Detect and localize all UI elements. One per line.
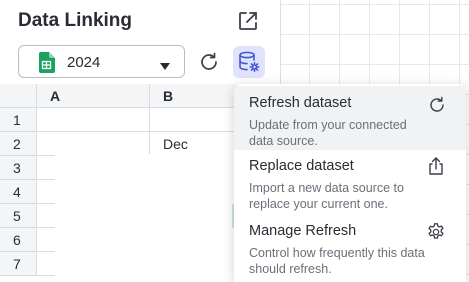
menu-item-title: Replace dataset — [249, 158, 354, 174]
database-settings-icon — [239, 51, 260, 72]
caret-down-icon — [160, 58, 170, 70]
row-header: 3 — [0, 156, 37, 180]
row-header: 2 — [0, 132, 37, 156]
dataset-select[interactable]: 2024 — [18, 45, 185, 78]
cell-a2[interactable] — [37, 132, 150, 156]
popout-icon[interactable] — [236, 9, 260, 33]
row-header: 5 — [0, 204, 37, 228]
corner-header — [0, 84, 37, 108]
column-header-a: A — [37, 84, 150, 108]
menu-item-description: Control how frequently this data should … — [249, 246, 425, 276]
dataset-select-value: 2024 — [67, 54, 101, 71]
refresh-icon — [427, 95, 447, 115]
spreadsheet-icon — [38, 52, 55, 73]
menu-item-manage-refresh[interactable]: Manage Refresh Control how frequently th… — [234, 214, 466, 278]
menu-item-title: Refresh dataset — [249, 95, 352, 111]
data-source-button[interactable] — [233, 46, 265, 78]
menu-item-replace-dataset[interactable]: Replace dataset Import a new data source… — [234, 150, 466, 214]
dataset-options-menu: Refresh dataset Update from your connect… — [234, 84, 466, 282]
upload-icon — [426, 156, 446, 176]
menu-item-description: Update from your connected data source. — [249, 118, 407, 148]
panel-title: Data Linking — [18, 10, 133, 31]
menu-item-refresh-dataset[interactable]: Refresh dataset Update from your connect… — [234, 86, 466, 150]
row-header: 7 — [0, 252, 37, 276]
refresh-button[interactable] — [197, 50, 221, 74]
cell-a1[interactable] — [37, 108, 150, 132]
menu-item-description: Import a new data source to replace your… — [249, 181, 404, 211]
row-header: 4 — [0, 180, 37, 204]
row-header: 1 — [0, 108, 37, 132]
loading-overlay — [55, 154, 235, 282]
gear-icon — [426, 222, 446, 242]
menu-item-title: Manage Refresh — [249, 223, 357, 239]
row-header: 6 — [0, 228, 37, 252]
